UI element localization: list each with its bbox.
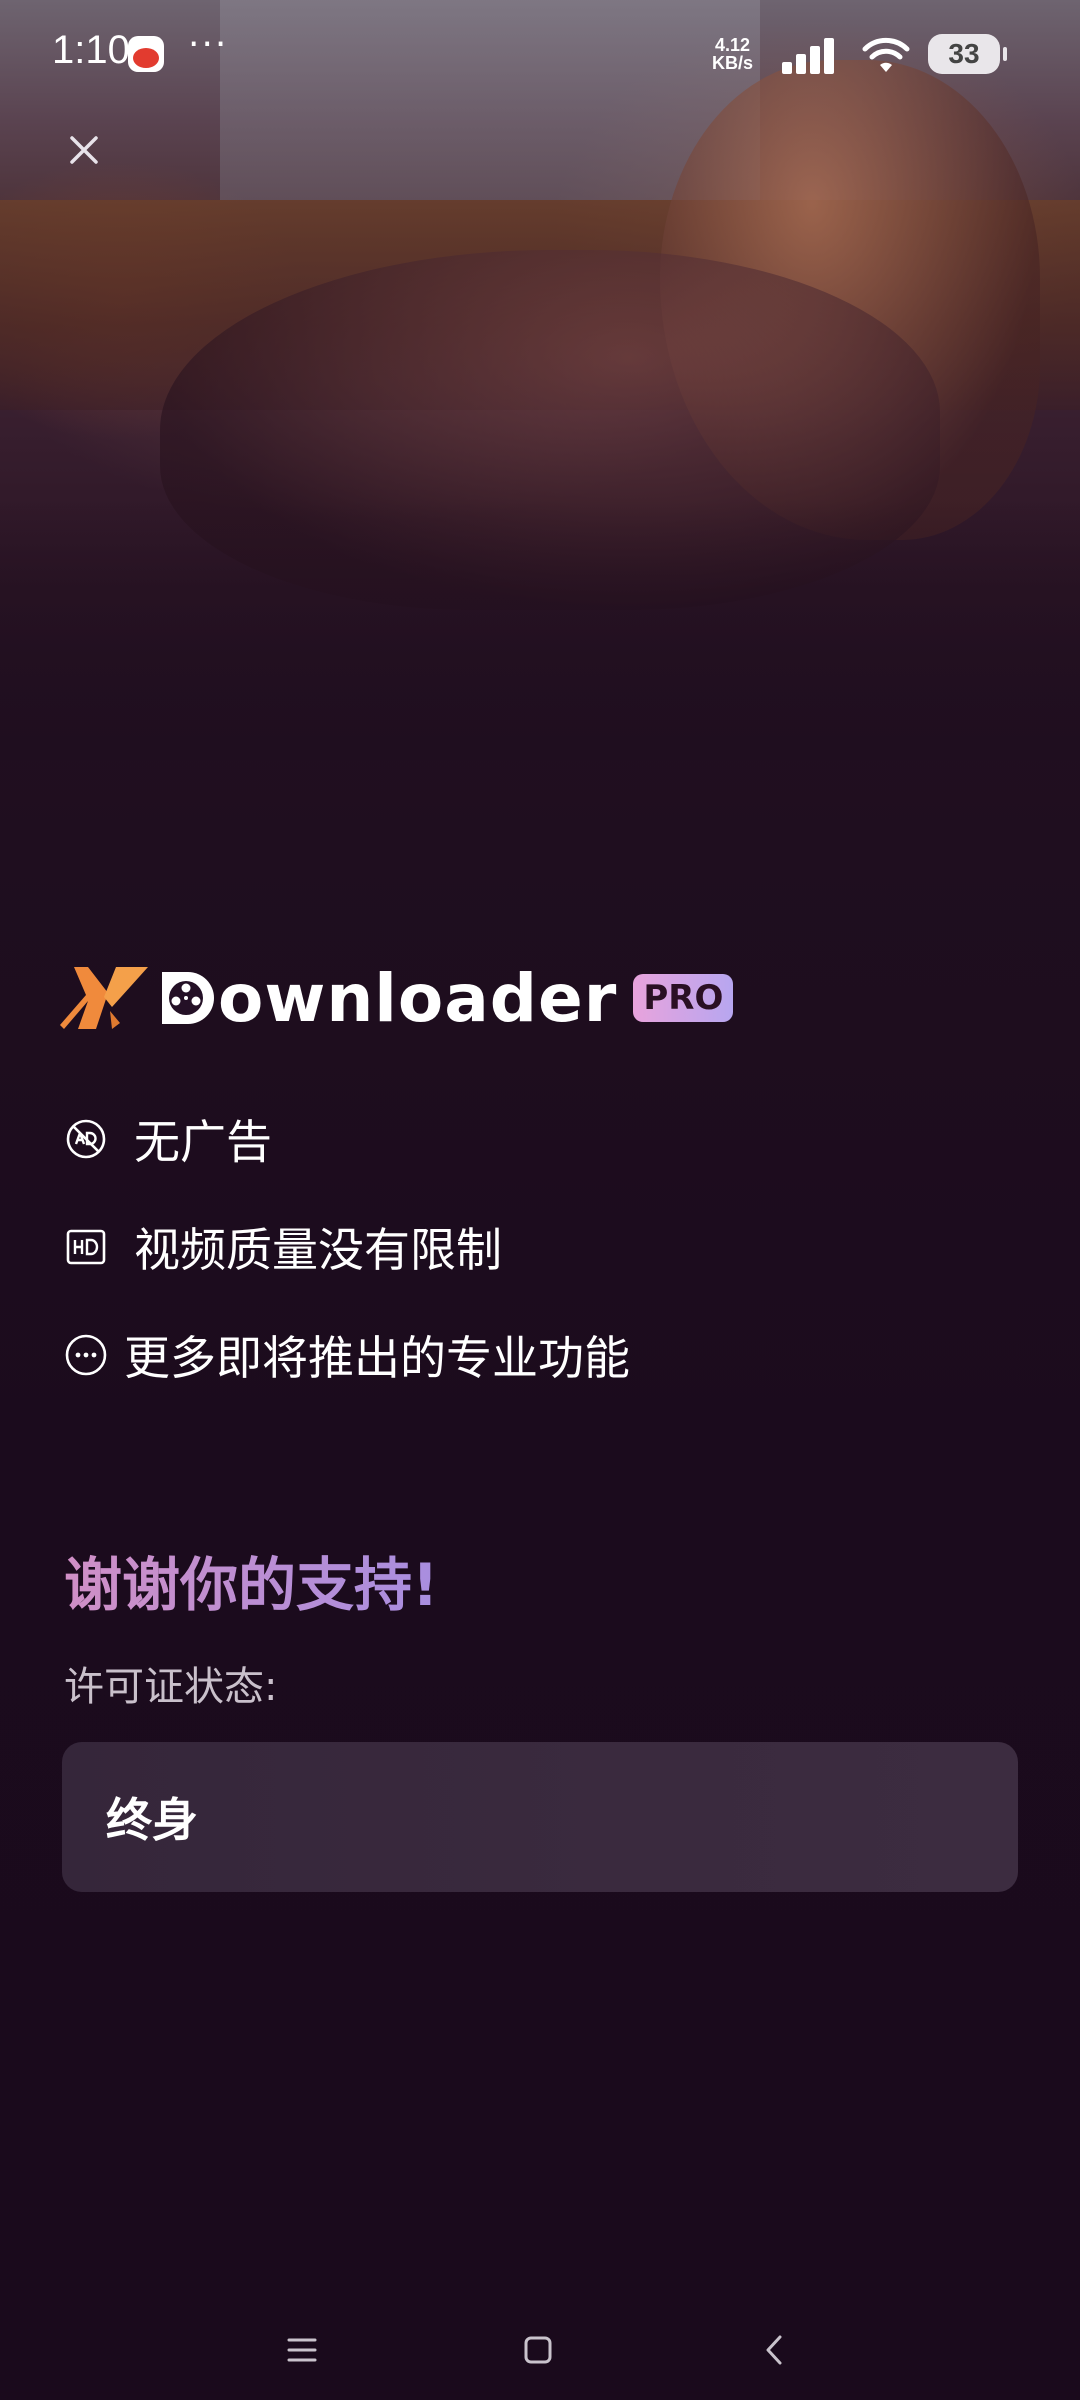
wifi-icon xyxy=(862,37,910,72)
back-icon xyxy=(766,2335,782,2365)
license-status-box: 终身 xyxy=(62,1742,1018,1892)
hero-image xyxy=(0,0,1080,760)
no-ads-icon xyxy=(66,1119,106,1159)
more-icon xyxy=(65,1334,107,1376)
reel-d-icon xyxy=(162,972,214,1024)
menu-icon xyxy=(287,2338,317,2362)
signal-icon xyxy=(782,38,834,74)
pro-badge: PRO xyxy=(633,974,734,1022)
thanks-title: 谢谢你的支持! xyxy=(64,1538,438,1622)
feature-item-more: 更多即将推出的专业功能 xyxy=(64,1301,1024,1409)
license-status-label: 许可证状态: xyxy=(64,1664,278,1710)
close-button[interactable] xyxy=(54,120,114,180)
feature-label: 无广告 xyxy=(134,1115,272,1169)
feature-list: 无广告 视频质量没有限制 更多即将推出的专业功能 xyxy=(64,1085,1024,1409)
status-time: 1:10 xyxy=(52,28,130,72)
back-button[interactable] xyxy=(744,2320,804,2380)
network-speed: 4.12 KB/s xyxy=(712,36,753,72)
license-status-value: 终身 xyxy=(106,1793,198,1847)
feature-label: 更多即将推出的专业功能 xyxy=(124,1331,630,1385)
home-icon xyxy=(524,2336,552,2364)
red-envelope-app-icon xyxy=(128,36,164,72)
battery-icon: 33 xyxy=(928,34,1007,74)
brand-logo: ownloader PRO xyxy=(60,958,734,1038)
hd-icon xyxy=(66,1229,106,1265)
brand-name-text: ownloader xyxy=(218,959,618,1037)
overflow-dots: ··· xyxy=(188,24,229,65)
feature-item-hd: 视频质量没有限制 xyxy=(64,1193,1024,1301)
feature-label: 视频质量没有限制 xyxy=(134,1223,502,1277)
network-speed-unit: KB/s xyxy=(712,53,754,73)
status-bar: 1:10 ··· 4.12 KB/s 33 xyxy=(0,0,1080,110)
home-button[interactable] xyxy=(508,2320,568,2380)
feature-item-no-ads: 无广告 xyxy=(64,1085,1024,1193)
network-speed-value: 4.12 xyxy=(714,35,751,55)
brand-name: ownloader xyxy=(156,960,617,1037)
x-logo-icon xyxy=(60,967,148,1029)
recent-apps-button[interactable] xyxy=(272,2320,332,2380)
pro-license-screen: 1:10 ··· 4.12 KB/s 33 ownloader PRO 无广告 … xyxy=(0,0,1080,2400)
close-icon xyxy=(70,136,98,164)
navigation-bar xyxy=(0,2300,1080,2400)
